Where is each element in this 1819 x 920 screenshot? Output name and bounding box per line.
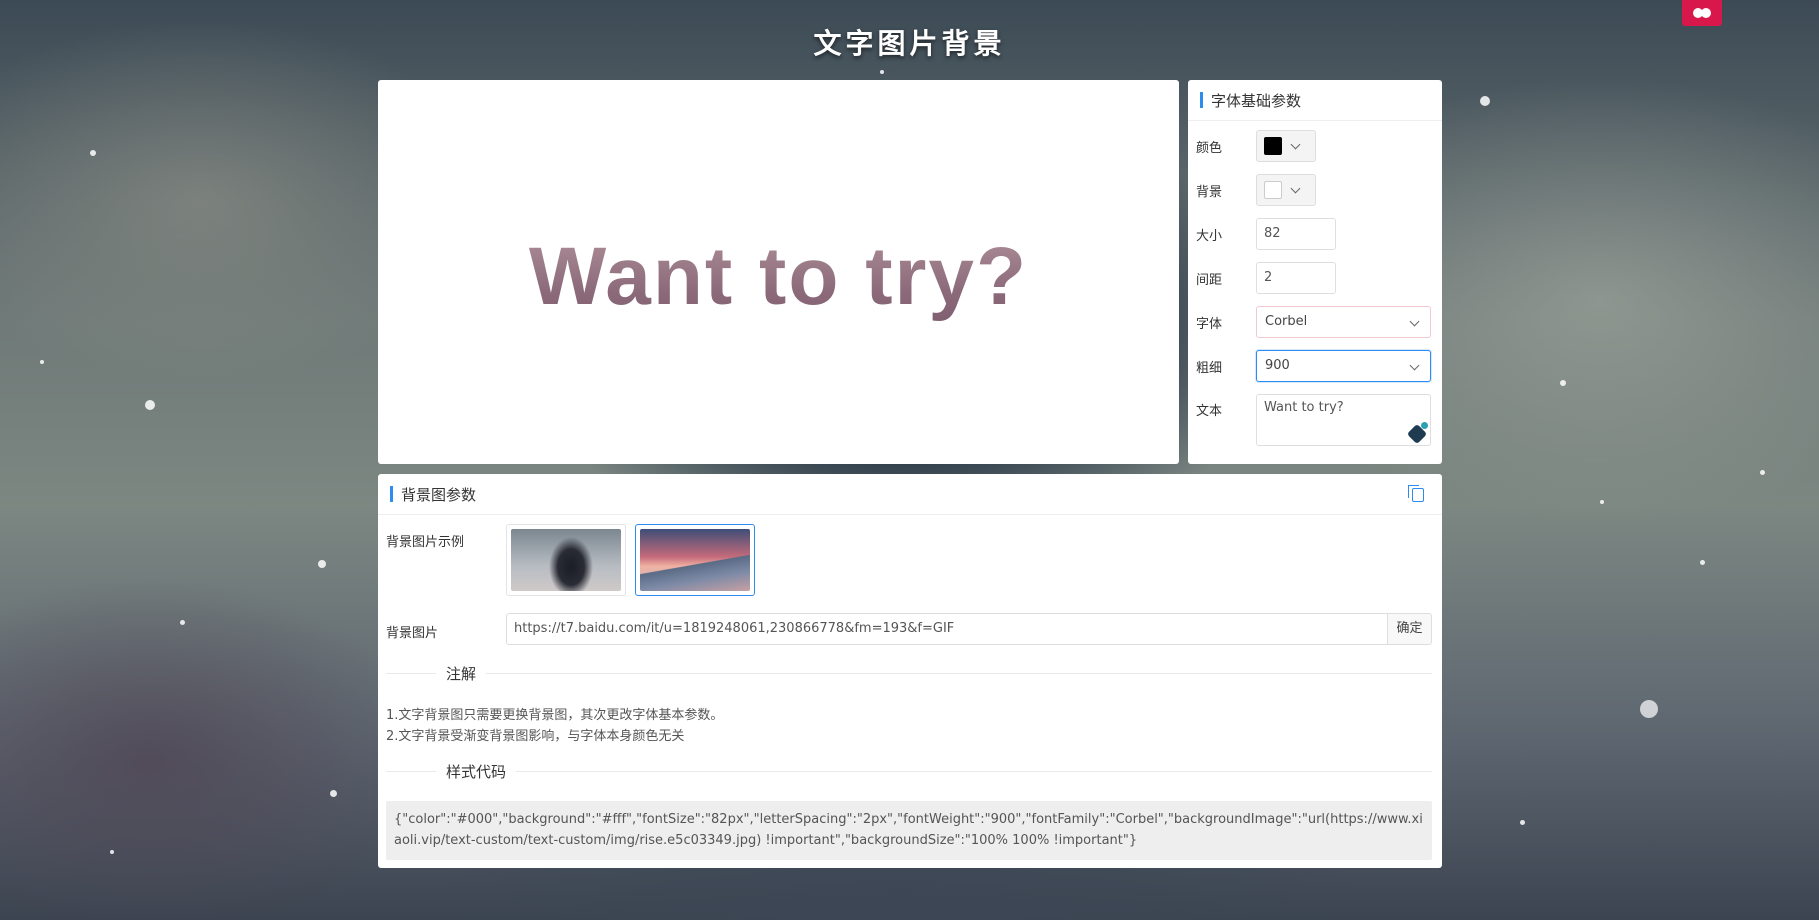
notes-title: 注解 (436, 663, 487, 684)
font-size-input[interactable]: 82 (1256, 218, 1336, 250)
font-params-panel: 字体基础参数 颜色 背景 大小 82 间距 2 字体 Corbel 粗细 900 (1188, 80, 1442, 464)
cluster-logo-icon[interactable] (1682, 0, 1722, 26)
background-color-picker[interactable] (1256, 174, 1316, 206)
background-swatch (1264, 181, 1282, 199)
font-family-select[interactable]: Corbel (1256, 306, 1431, 338)
font-params-header: 字体基础参数 (1188, 80, 1442, 121)
weight-row: 粗细 900 (1196, 350, 1431, 382)
copy-icon[interactable] (1408, 485, 1424, 502)
font-weight-value: 900 (1265, 358, 1290, 373)
example-image-2 (640, 529, 750, 591)
badge-dot (1421, 422, 1428, 429)
example-thumbnail-1[interactable] (506, 524, 626, 596)
color-label: 颜色 (1196, 140, 1223, 156)
style-code-block[interactable]: {"color":"#000","background":"#fff","fon… (386, 801, 1432, 860)
accent-bar (390, 486, 393, 502)
background-params-title: 背景图参数 (401, 485, 477, 504)
background-params-header: 背景图参数 (378, 474, 1442, 515)
example-thumbnail-2[interactable] (635, 524, 755, 596)
text-label: 文本 (1196, 404, 1223, 419)
code-title: 样式代码 (436, 761, 517, 782)
spacing-row: 间距 2 (1196, 262, 1336, 294)
font-weight-select[interactable]: 900 (1256, 350, 1431, 382)
background-label: 背景 (1196, 184, 1223, 200)
chevron-down-icon (1290, 183, 1301, 193)
note-line: 1.文字背景图只需要更换背景图，其次更改字体基本参数。 (386, 708, 724, 723)
confirm-button[interactable]: 确定 (1387, 613, 1432, 645)
font-label: 字体 (1196, 316, 1223, 332)
code-divider (386, 771, 1432, 772)
font-family-value: Corbel (1265, 314, 1308, 329)
note-line: 2.文字背景受渐变背景图影响，与字体本身颜色无关 (386, 729, 685, 744)
color-swatch (1264, 137, 1282, 155)
image-url-input[interactable]: https://t7.baidu.com/it/u=1819248061,230… (506, 613, 1388, 645)
examples-label: 背景图片示例 (386, 535, 465, 550)
notes-divider (386, 673, 1432, 674)
weight-label: 粗细 (1196, 360, 1223, 376)
preview-panel: Want to try? (378, 80, 1179, 464)
preview-text: Want to try? (378, 80, 1179, 464)
text-input-value: Want to try? (1264, 400, 1344, 415)
example-image-1 (511, 529, 621, 591)
text-row: 文本 Want to try? (1196, 394, 1431, 446)
color-picker[interactable] (1256, 130, 1316, 162)
font-params-title: 字体基础参数 (1211, 91, 1302, 110)
size-row: 大小 82 (1196, 218, 1336, 250)
accent-bar (1200, 92, 1203, 108)
color-row: 颜色 (1196, 130, 1316, 162)
image-url-label: 背景图片 (386, 626, 439, 641)
spacing-label: 间距 (1196, 272, 1223, 288)
background-row: 背景 (1196, 174, 1316, 206)
chevron-down-icon (1290, 139, 1301, 149)
page-title: 文字图片背景 (813, 27, 1006, 60)
chevron-down-icon (1409, 360, 1420, 371)
size-label: 大小 (1196, 228, 1223, 244)
text-input[interactable]: Want to try? (1256, 394, 1431, 446)
background-params-panel: 背景图参数 背景图片示例 背景图片 https://t7.baidu.com/i… (378, 474, 1442, 868)
font-row: 字体 Corbel (1196, 306, 1431, 338)
letter-spacing-input[interactable]: 2 (1256, 262, 1336, 294)
chevron-down-icon (1409, 316, 1420, 327)
